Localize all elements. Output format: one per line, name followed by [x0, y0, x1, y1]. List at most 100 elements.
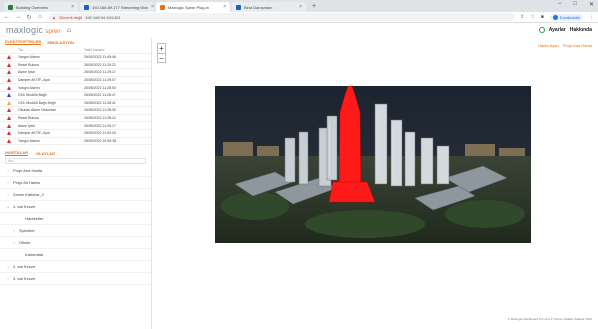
alarm-time: 26/05/2022 11:00:17: [84, 123, 116, 128]
tab-events[interactable]: OLAYLAR: [36, 151, 55, 156]
alarm-triangle-icon: [7, 100, 11, 105]
chevron-icon[interactable]: ›: [6, 192, 10, 197]
app-logo[interactable]: maxlogic sprwr: [6, 25, 61, 35]
alarm-row[interactable]: Yangın Alarmı 26/05/2022 11:49:46: [0, 54, 151, 62]
alarm-icon-cell: [0, 100, 18, 105]
tree-item-label: Ofisler: [19, 240, 31, 246]
header-nav: Ayarlar Hakkında: [538, 27, 592, 33]
share-icon[interactable]: ⇪: [520, 14, 524, 20]
alarm-row[interactable]: Damper AKTİF–Açık 26/05/2022 11:29:07: [0, 77, 151, 85]
profile-button[interactable]: Duraklatıldı: [549, 13, 583, 21]
close-icon[interactable]: ×: [151, 4, 154, 10]
reload-icon[interactable]: ↻: [26, 14, 32, 21]
chevron-icon[interactable]: ⌄: [6, 204, 10, 209]
column-type[interactable]: Tür: [18, 48, 84, 52]
alarm-row[interactable]: GOL Modülü Bağlı 26/05/2022 11:28:47: [0, 92, 151, 100]
tree-item[interactable]: › 3. kat Keuze: [0, 273, 151, 286]
zoom-in-button[interactable]: +: [158, 44, 165, 53]
alarm-triangle-icon: [7, 131, 11, 136]
zoom-out-button[interactable]: −: [158, 53, 165, 63]
chevron-icon[interactable]: ›: [12, 240, 16, 245]
new-tab-button[interactable]: +: [308, 2, 320, 12]
alarm-row[interactable]: Alarm İptal 26/05/2022 11:00:17: [0, 122, 151, 130]
alarm-type: Reset Butonu: [18, 62, 40, 67]
browser-tab-bar: Building Overview × 192.168.89.177 Strea…: [0, 0, 598, 12]
tree-item[interactable]: › Sprinkler: [0, 225, 151, 238]
chevron-icon[interactable]: ›: [6, 180, 10, 185]
alarm-row[interactable]: Damper AKTİF–Açık 26/05/2022 11:00:04: [0, 130, 151, 138]
nav-about[interactable]: Hakkında: [570, 27, 592, 33]
alarm-row[interactable]: Yangın Alarmı 26/05/2022 10:59:38: [0, 138, 151, 146]
tree-item[interactable]: › 2. kat Keuze: [0, 261, 151, 274]
close-icon[interactable]: ×: [299, 4, 302, 10]
alarm-type: GOL Modülü Bağlı: [18, 93, 47, 98]
url-warning: Güvenli değil: [58, 14, 83, 20]
browser-tab-maxlogic[interactable]: Maxlogic Sprwr Plug-in ×: [156, 2, 230, 12]
tree-item[interactable]: › Proje Ana Harita: [0, 165, 151, 178]
browser-tab-building-overview[interactable]: Building Overview ×: [4, 2, 78, 12]
tree-item[interactable]: ⌄ 1. kat Keuze: [0, 201, 151, 214]
map-tree: › Proje Ana Harita › Proje Alt Harita › Zemin…: [0, 165, 151, 286]
alarm-type: Okunan Alarm Dekontarı: [18, 108, 57, 113]
tree-item[interactable]: Kameralar: [0, 249, 151, 262]
alarm-row[interactable]: Reset Butonu 26/05/2022 11:28:22: [0, 115, 151, 123]
alarm-icon-cell: [0, 62, 18, 67]
tab-title: 192.168.89.177 Streaming Mon: [92, 4, 149, 10]
alarm-list: Yangın Alarmı 26/05/2022 11:49:46 Reset Bu…: [0, 54, 151, 146]
alarm-icon-cell: [0, 85, 18, 90]
nav-settings[interactable]: Ayarlar: [549, 27, 566, 33]
chevron-icon[interactable]: ›: [12, 228, 16, 233]
tree-item[interactable]: Hareketler: [0, 213, 151, 226]
alarm-time: 26/05/2022 11:29:17: [84, 70, 116, 75]
alarm-type: GOL Modülü Bağlı Değil: [18, 100, 56, 105]
menu-icon[interactable]: ⋮: [589, 14, 594, 20]
alarm-row[interactable]: GOL Modülü Bağlı Değil 26/05/2022 11:28:4…: [0, 100, 151, 108]
close-icon[interactable]: ×: [223, 4, 226, 10]
chevron-icon[interactable]: ›: [6, 264, 10, 269]
project-map-link[interactable]: Proje Ana Harita: [563, 43, 592, 48]
alarm-row[interactable]: Yangın Alarmı 26/05/2022 11:28:53: [0, 84, 151, 92]
browser-tab-streaming[interactable]: 192.168.89.177 Streaming Mon ×: [80, 2, 154, 12]
extension-icon[interactable]: ■: [541, 14, 544, 20]
url-field[interactable]: ▲ Güvenli değil 192.168.94.34/1451: [48, 13, 516, 21]
map-settings-link[interactable]: Harita Ayarı: [538, 43, 559, 48]
forward-icon[interactable]: →: [15, 14, 21, 20]
alarm-type: Damper AKTİF–Açık: [18, 78, 50, 83]
alarm-time: 26/05/2022 11:00:04: [84, 131, 116, 136]
maximize-icon[interactable]: □: [573, 1, 577, 8]
alarm-triangle-icon: [7, 85, 11, 90]
back-icon[interactable]: ←: [4, 14, 10, 20]
close-icon[interactable]: ×: [71, 4, 74, 10]
tree-item[interactable]: › Zemin Katlıklar_2: [0, 189, 151, 202]
star-icon[interactable]: ☆: [530, 14, 534, 20]
url-text: 192.168.94.34/1451: [85, 14, 121, 20]
alarm-row[interactable]: Alarm İptal 26/05/2022 11:29:17: [0, 69, 151, 77]
home-icon[interactable]: ⌂: [67, 27, 71, 34]
map-area: + − Harita Ayarı Proje Ana Harita © Maxl…: [153, 38, 598, 329]
tree-item-label: 1. kat Keuze: [13, 204, 36, 210]
alarm-row[interactable]: Reset Butonu 26/05/2022 11:29:22: [0, 62, 151, 70]
avatar: [552, 14, 558, 20]
close-window-icon[interactable]: ✕: [589, 1, 594, 8]
column-datetime[interactable]: Tarih Zamanı: [84, 48, 151, 52]
minimize-icon[interactable]: −: [558, 1, 562, 8]
alarm-triangle-icon: [7, 116, 11, 121]
3d-city-view[interactable]: [215, 86, 531, 243]
tree-item[interactable]: › Proje Alt Harita: [0, 177, 151, 190]
tree-search-input[interactable]: Ara: [5, 158, 146, 165]
browser-tab-bina[interactable]: Bina Danışmanı ×: [232, 2, 306, 12]
power-icon[interactable]: [538, 27, 545, 33]
alarm-row[interactable]: Okunan Alarm Dekontarı 26/05/2022 11:28:3…: [0, 107, 151, 115]
chevron-icon[interactable]: ›: [6, 168, 10, 173]
tab-simulation[interactable]: SİMÜLASYON: [47, 40, 74, 45]
tree-item[interactable]: › Ofisler: [0, 237, 151, 250]
chevron-icon[interactable]: ›: [6, 276, 10, 281]
favicon-icon: [160, 4, 165, 10]
alarm-time: 26/05/2022 11:29:07: [84, 78, 116, 83]
alarm-time: 26/05/2022 11:49:46: [84, 55, 116, 60]
home-browser-icon[interactable]: ⌂: [37, 14, 43, 20]
tab-electroptics[interactable]: ELEKTROPTİKLER: [5, 39, 42, 45]
tab-maps[interactable]: HARİTALAR: [5, 150, 29, 157]
tree-tabs: HARİTALAR OLAYLAR: [0, 149, 151, 157]
alarm-table-header: Tür Tarih Zamanı: [0, 46, 151, 54]
